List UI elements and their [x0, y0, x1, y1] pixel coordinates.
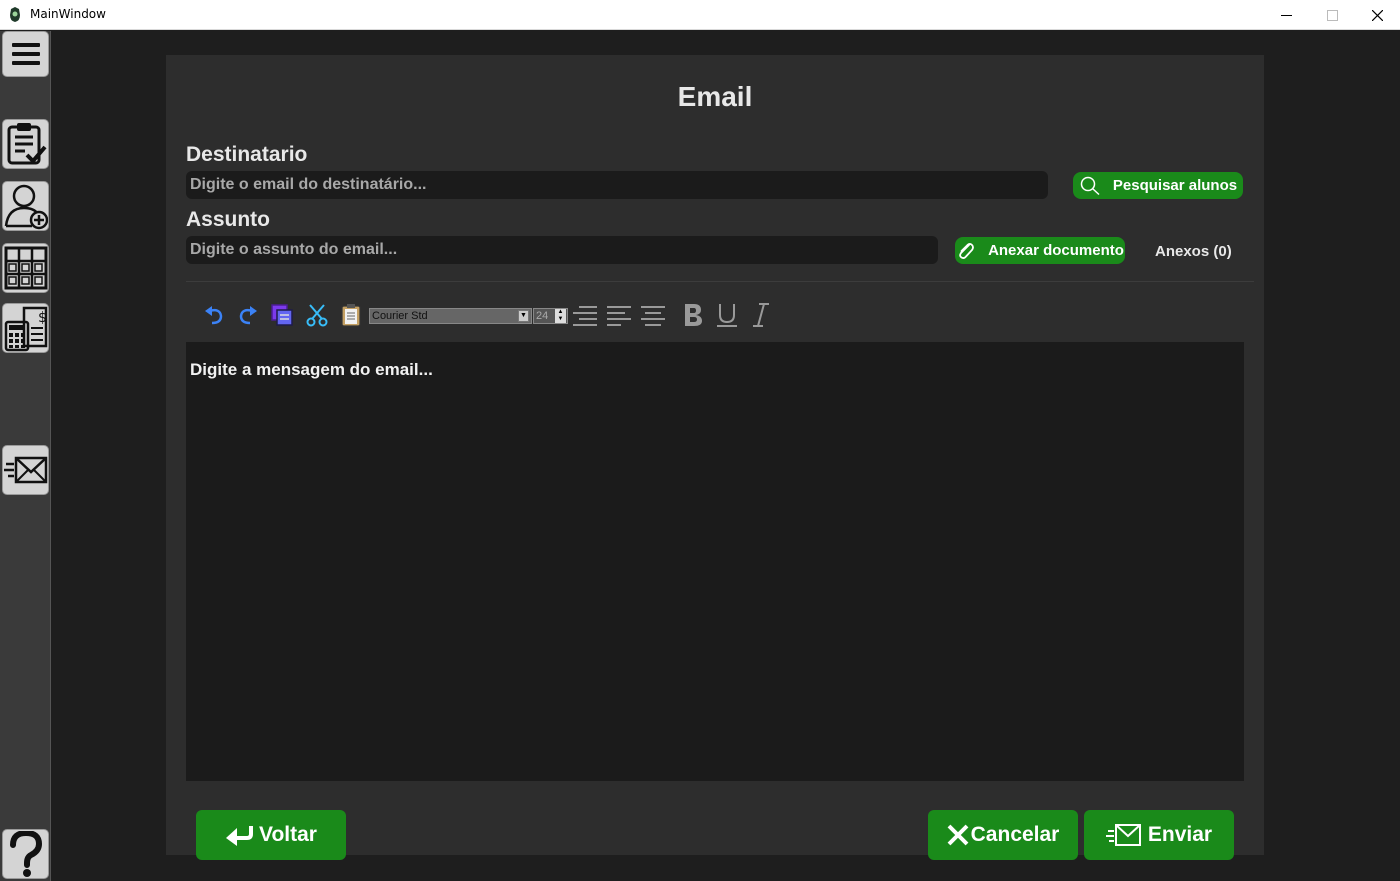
add-user-button[interactable] — [2, 181, 49, 231]
window-title: MainWindow — [30, 7, 106, 21]
font-size-spinner[interactable]: 24 ▲ ▼ — [533, 308, 568, 324]
calculator-money-icon: $ — [4, 306, 47, 352]
subject-input[interactable] — [186, 236, 938, 264]
italic-icon — [753, 303, 769, 327]
close-button[interactable] — [1354, 0, 1400, 30]
email-panel: Email Destinatario Pesquisar alunos Assu… — [166, 55, 1264, 860]
attach-document-button[interactable]: Anexar documento — [955, 237, 1125, 264]
tasks-button[interactable] — [2, 119, 49, 169]
align-center-icon — [641, 306, 665, 326]
spin-arrows-icon: ▲ ▼ — [555, 309, 566, 323]
paperclip-icon — [959, 242, 974, 259]
send-email-icon — [1105, 824, 1141, 846]
copy-button[interactable] — [269, 301, 295, 329]
title-bar: MainWindow — [0, 0, 1400, 30]
underline-button[interactable] — [714, 301, 740, 329]
chevron-down-icon: ▼ — [518, 310, 529, 322]
hamburger-menu-icon — [11, 43, 40, 65]
font-family-select[interactable]: Courier Std ▼ — [369, 308, 532, 324]
redo-button[interactable] — [235, 301, 261, 329]
subject-label: Assunto — [186, 208, 270, 231]
minimize-icon — [1280, 14, 1292, 16]
maximize-button[interactable] — [1309, 0, 1355, 30]
undo-button[interactable] — [201, 301, 227, 329]
cancel-button[interactable]: Cancelar — [928, 810, 1078, 860]
back-button[interactable]: Voltar — [196, 810, 346, 860]
email-button[interactable] — [2, 445, 49, 495]
send-label: Enviar — [1147, 823, 1213, 846]
maximize-icon — [1326, 9, 1338, 21]
copy-icon — [271, 304, 293, 326]
help-button[interactable] — [2, 829, 49, 879]
cancel-label: Cancelar — [970, 823, 1060, 846]
send-button[interactable]: Enviar — [1084, 810, 1234, 860]
attachments-count: Anexos (0) — [1155, 243, 1232, 260]
recipient-label: Destinatario — [186, 143, 308, 166]
align-right-button[interactable] — [572, 301, 598, 329]
paste-icon — [341, 304, 361, 327]
app-icon — [10, 7, 20, 22]
svg-text:$: $ — [38, 310, 47, 326]
calendar-button[interactable] — [2, 243, 49, 293]
back-label: Voltar — [259, 823, 317, 846]
close-icon — [1371, 9, 1383, 21]
redo-icon — [239, 306, 257, 325]
sidebar: $ — [0, 31, 51, 881]
undo-icon — [205, 306, 223, 325]
paste-button[interactable] — [338, 301, 364, 329]
divider — [186, 281, 1254, 282]
return-arrow-icon — [226, 826, 254, 846]
align-center-button[interactable] — [640, 301, 666, 329]
underline-icon — [717, 304, 737, 327]
search-icon — [1080, 176, 1100, 195]
cut-button[interactable] — [304, 301, 330, 329]
font-size-value: 24 — [536, 310, 549, 322]
message-editor[interactable]: Digite a mensagem do email... — [186, 342, 1244, 781]
message-placeholder: Digite a mensagem do email... — [190, 360, 433, 379]
cut-icon — [306, 304, 328, 327]
main-area: Email Destinatario Pesquisar alunos Assu… — [51, 31, 1400, 881]
menu-button[interactable] — [2, 31, 49, 77]
italic-button[interactable] — [748, 301, 774, 329]
attach-document-label: Anexar documento — [988, 242, 1124, 259]
close-icon — [947, 824, 969, 846]
calendar-grid-icon — [4, 246, 47, 290]
bold-icon — [685, 304, 702, 326]
add-user-icon — [4, 184, 48, 230]
recipient-input[interactable] — [186, 171, 1048, 199]
clipboard-check-icon — [7, 123, 47, 165]
finance-button[interactable]: $ — [2, 303, 49, 353]
font-family-value: Courier Std — [372, 310, 428, 322]
align-right-icon — [573, 306, 597, 326]
align-left-icon — [607, 306, 631, 326]
search-students-label: Pesquisar alunos — [1112, 177, 1238, 194]
align-left-button[interactable] — [606, 301, 632, 329]
search-students-button[interactable]: Pesquisar alunos — [1073, 172, 1243, 199]
minimize-button[interactable] — [1263, 0, 1309, 30]
bold-button[interactable] — [680, 301, 706, 329]
send-email-icon — [3, 456, 47, 484]
page-title: Email — [677, 81, 753, 112]
help-icon — [9, 831, 42, 877]
